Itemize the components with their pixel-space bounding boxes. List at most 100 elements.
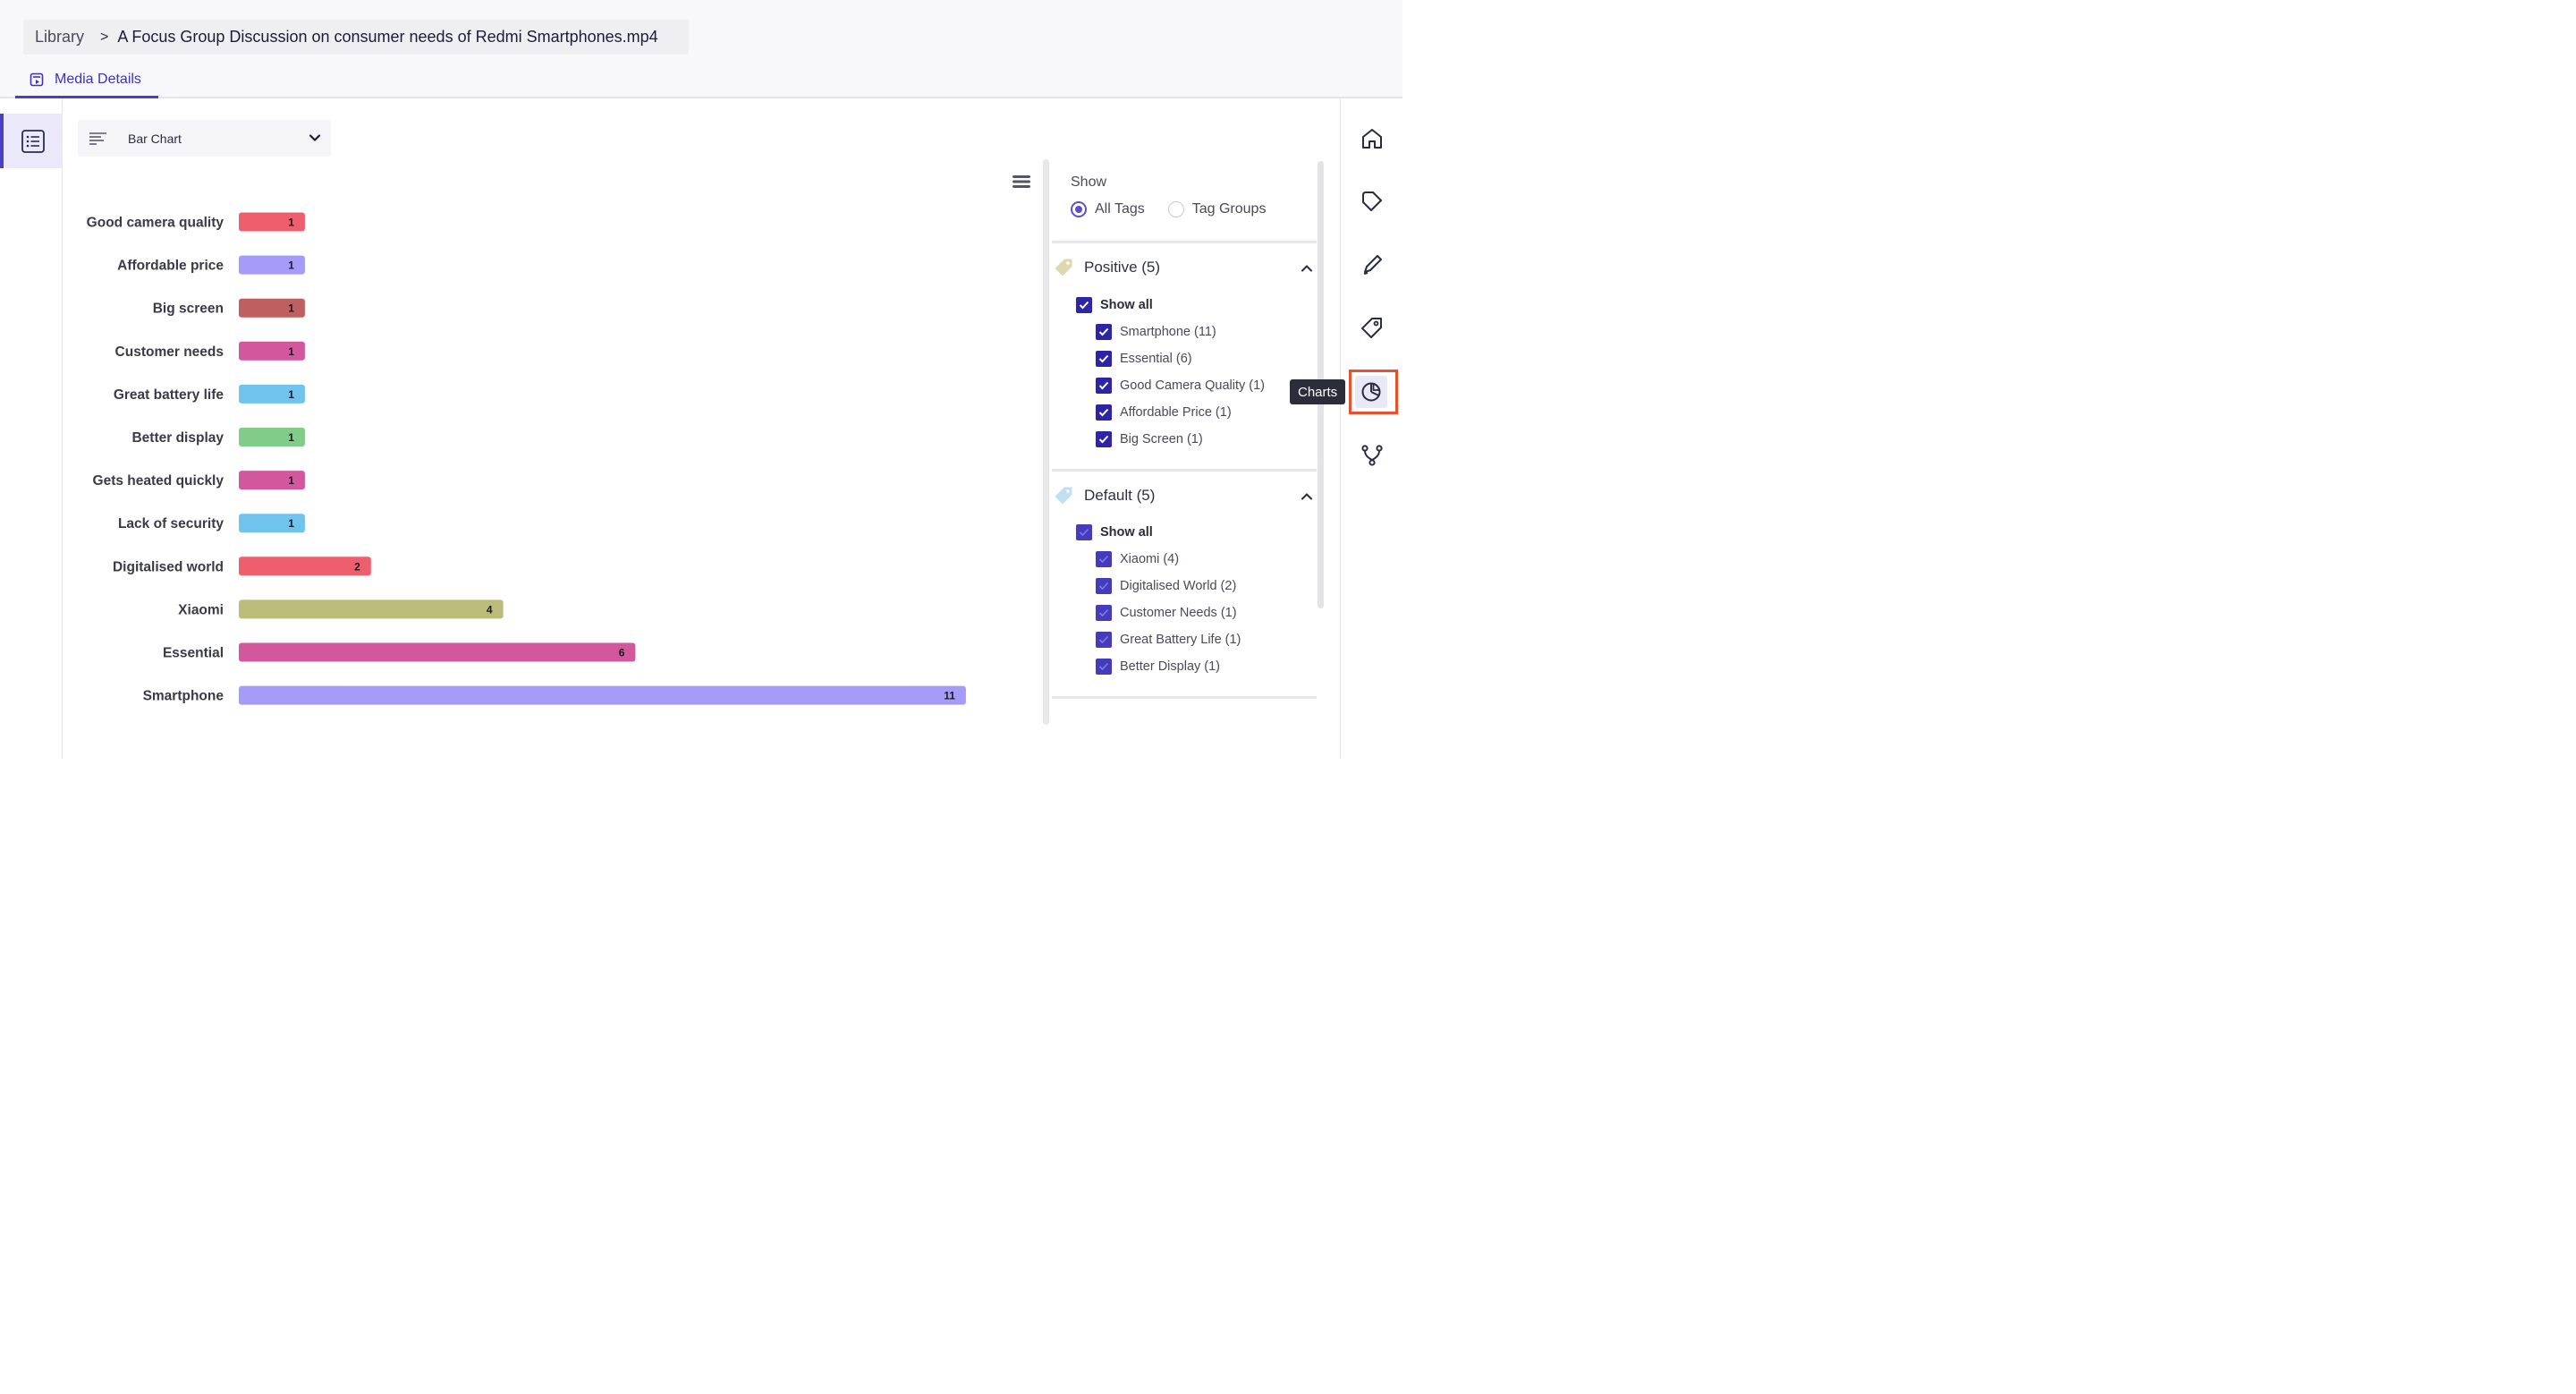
bar[interactable] — [239, 298, 305, 318]
default-tag-item[interactable]: Customer Needs (1) — [1096, 605, 1237, 621]
tag-icon — [1055, 259, 1072, 276]
bar[interactable] — [239, 642, 636, 662]
positive-tag-label: Essential (6) — [1120, 352, 1192, 366]
default-tag-label: Xiaomi (4) — [1120, 552, 1180, 566]
default-tag-item[interactable]: Great Battery Life (1) — [1096, 632, 1241, 648]
tags-icon — [1361, 318, 1382, 338]
checkbox-checked[interactable] — [1076, 524, 1092, 540]
list-view-button[interactable] — [0, 114, 63, 168]
pie-chart-icon — [1361, 382, 1381, 402]
checkbox-checked[interactable] — [1096, 605, 1112, 621]
y-tick-label: Customer needs — [115, 344, 224, 360]
breadcrumb-separator: > — [100, 29, 109, 45]
show-label: Show — [1071, 174, 1107, 190]
divider — [1052, 696, 1317, 699]
checkbox-checked[interactable] — [1096, 659, 1112, 675]
left-rail — [0, 98, 63, 759]
bar-chart: Good camera quality 1 Affordable price 1 Big… — [87, 212, 966, 705]
default-show-all-label: Show all — [1100, 525, 1153, 540]
bar[interactable] — [239, 428, 305, 446]
radio-all-tags-label: All Tags — [1095, 201, 1145, 217]
show-mode-radio-group: All Tags Tag Groups — [1071, 201, 1266, 217]
bar[interactable] — [239, 514, 305, 533]
default-show-all[interactable]: Show all — [1076, 524, 1153, 540]
data-label: 6 — [619, 647, 625, 659]
list-icon — [21, 129, 45, 153]
y-tick-label: Essential — [163, 646, 224, 661]
positive-tag-item[interactable]: Affordable Price (1) — [1096, 404, 1232, 421]
right-rail — [1340, 98, 1402, 759]
chevron-up-icon[interactable] — [1301, 263, 1313, 274]
data-label: 1 — [288, 345, 294, 358]
tab-media-details[interactable]: Media Details — [15, 63, 158, 98]
bar[interactable] — [239, 471, 305, 490]
checkbox-checked[interactable] — [1096, 632, 1112, 648]
checkbox-checked[interactable] — [1096, 378, 1112, 394]
checkbox-checked[interactable] — [1096, 351, 1112, 367]
default-tag-item[interactable]: Xiaomi (4) — [1096, 551, 1179, 567]
y-tick-label: Better display — [131, 430, 224, 446]
data-label: 1 — [288, 217, 294, 229]
y-tick-label: Smartphone — [143, 689, 225, 704]
positive-tag-item[interactable]: Good Camera Quality (1) — [1096, 378, 1265, 394]
checkbox-checked[interactable] — [1096, 404, 1112, 421]
default-tag-label: Customer Needs (1) — [1120, 606, 1237, 620]
branch-button[interactable] — [1359, 442, 1385, 469]
branch-icon — [1361, 445, 1383, 466]
radio-all-tags[interactable] — [1071, 201, 1087, 217]
checkbox-checked[interactable] — [1096, 578, 1112, 594]
home-button[interactable] — [1359, 125, 1385, 152]
checkbox-checked[interactable] — [1096, 551, 1112, 567]
radio-tag-groups[interactable] — [1167, 201, 1184, 217]
default-tag-label: Digitalised World (2) — [1120, 579, 1237, 593]
data-label: 4 — [487, 603, 493, 616]
bar[interactable] — [239, 212, 305, 232]
positive-show-all-label: Show all — [1100, 298, 1153, 312]
positive-show-all[interactable]: Show all — [1076, 297, 1153, 313]
tab-media-details-label: Media Details — [55, 71, 141, 87]
default-tag-item[interactable]: Better Display (1) — [1096, 659, 1220, 675]
divider — [1052, 469, 1317, 472]
panel-scrollbar[interactable] — [1043, 159, 1049, 725]
bar[interactable] — [239, 255, 305, 275]
divider — [1052, 241, 1317, 243]
chart-type-select[interactable]: Bar Chart — [78, 120, 331, 157]
charts-button[interactable] — [1355, 376, 1387, 408]
tag-filter-panel: Show All Tags Tag Groups Positive (5) Sh… — [1043, 159, 1326, 725]
annotate-button[interactable] — [1359, 251, 1385, 278]
tag-icon — [1055, 487, 1072, 505]
bar[interactable] — [239, 384, 305, 404]
bar[interactable] — [239, 341, 305, 361]
checkbox-checked[interactable] — [1096, 324, 1112, 340]
y-tick-label: Digitalised world — [113, 559, 224, 574]
chart-menu-icon[interactable] — [1013, 174, 1030, 189]
positive-tag-item[interactable]: Essential (6) — [1096, 351, 1192, 367]
default-tag-label: Great Battery Life (1) — [1120, 633, 1241, 647]
data-label: 1 — [288, 517, 294, 530]
chevron-down-icon — [309, 134, 321, 141]
positive-tag-item[interactable]: Big Screen (1) — [1096, 431, 1203, 447]
group-default-title: Default (5) — [1084, 487, 1156, 504]
page-header: Library > A Focus Group Discussion on co… — [0, 0, 1402, 98]
y-tick-label: Big screen — [153, 302, 224, 317]
data-label: 1 — [288, 388, 294, 401]
bar[interactable] — [239, 557, 371, 576]
tag-button[interactable] — [1359, 188, 1385, 215]
chevron-up-icon[interactable] — [1301, 491, 1313, 502]
data-label: 1 — [288, 431, 294, 444]
radio-tag-groups-label: Tag Groups — [1191, 201, 1267, 217]
tag-icon — [1362, 191, 1382, 211]
group-positive-header[interactable]: Positive (5) — [1054, 258, 1160, 277]
default-tag-item[interactable]: Digitalised World (2) — [1096, 578, 1236, 594]
positive-tag-item[interactable]: Smartphone (11) — [1096, 324, 1216, 340]
pen-icon — [1363, 255, 1382, 275]
bar-chart-icon — [89, 132, 106, 145]
bar[interactable] — [239, 685, 966, 705]
breadcrumb-library-link[interactable]: Library — [35, 28, 84, 47]
tags-button[interactable] — [1359, 314, 1385, 341]
group-default-header[interactable]: Default (5) — [1054, 486, 1155, 506]
bar[interactable] — [239, 599, 504, 619]
positive-tag-label: Smartphone (11) — [1120, 325, 1216, 339]
checkbox-checked[interactable] — [1096, 431, 1112, 447]
checkbox-checked[interactable] — [1076, 297, 1092, 313]
